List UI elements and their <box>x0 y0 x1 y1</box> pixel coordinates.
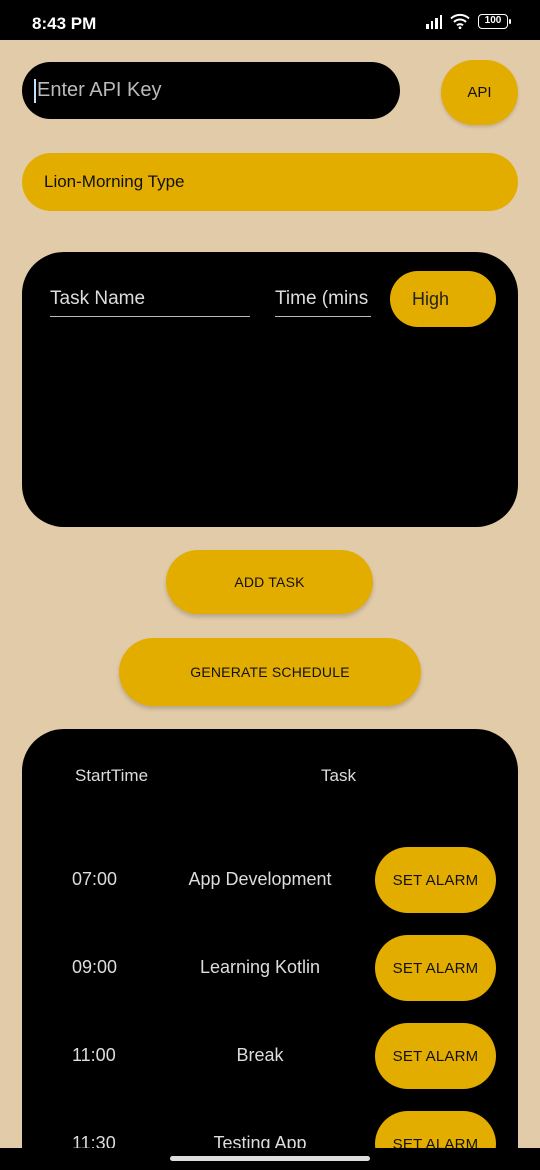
row-time: 11:00 <box>72 1045 116 1065</box>
row-task: Break <box>236 1045 284 1065</box>
generate-schedule-button[interactable]: GENERATE SCHEDULE <box>119 638 421 706</box>
battery-icon: 100 <box>478 13 511 29</box>
api-key-input[interactable]: Enter API Key <box>22 62 400 119</box>
schedule-row: 09:00 Learning Kotlin SET ALARM <box>22 935 518 1001</box>
set-alarm-button[interactable]: SET ALARM <box>375 1023 496 1089</box>
header-task: Task <box>321 766 356 785</box>
row-task: App Development <box>188 869 332 889</box>
wifi-icon <box>450 13 470 29</box>
time-input[interactable]: Time (mins <box>275 288 371 317</box>
status-time: 8:43 PM <box>32 14 97 33</box>
schedule-card: StartTime Task 07:00 App Development SET… <box>22 729 518 1170</box>
set-alarm-button[interactable]: SET ALARM <box>375 847 496 913</box>
status-bar: 8:43 PM 100 <box>0 0 540 40</box>
set-alarm-button[interactable]: SET ALARM <box>375 935 496 1001</box>
home-gesture-handle[interactable] <box>170 1156 370 1161</box>
text-cursor <box>34 78 36 103</box>
header-start-time: StartTime <box>75 766 149 785</box>
schedule-row: 07:00 App Development SET ALARM <box>22 847 518 913</box>
task-name-input[interactable]: Task Name <box>50 288 250 317</box>
api-button[interactable]: API <box>441 60 518 125</box>
task-entry-card: Task Name Time (mins High <box>22 252 518 527</box>
signal-icon <box>426 13 442 29</box>
api-key-placeholder: Enter API Key <box>37 79 162 101</box>
priority-select[interactable]: High <box>390 271 496 327</box>
row-time: 09:00 <box>72 957 118 977</box>
chronotype-select[interactable]: Lion-Morning Type <box>22 153 518 211</box>
schedule-row: 11:00 Break SET ALARM <box>22 1023 518 1089</box>
row-time: 07:00 <box>72 869 118 889</box>
status-icons: 100 <box>426 13 511 29</box>
row-task: Learning Kotlin <box>199 957 321 977</box>
add-task-button[interactable]: ADD TASK <box>166 550 373 614</box>
